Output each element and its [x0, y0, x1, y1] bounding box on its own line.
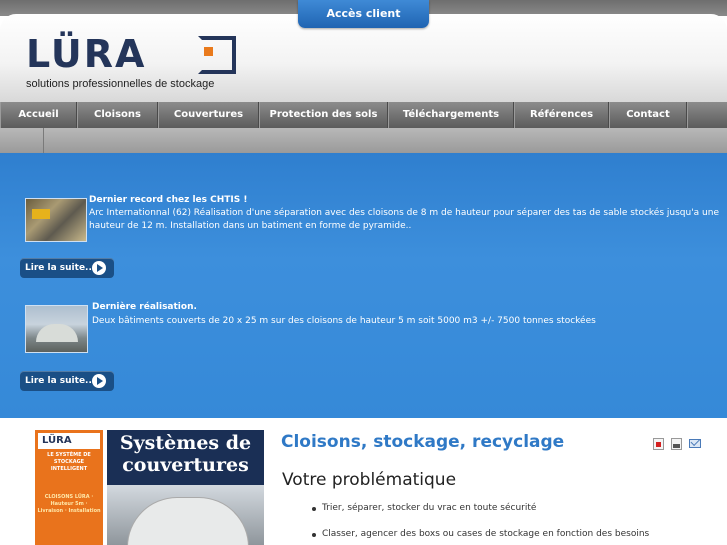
nav-item-cloisons[interactable]: Cloisons — [77, 102, 158, 128]
promo-banner[interactable]: LÜRA LE SYSTÈME DE STOCKAGE INTELLIGENT … — [35, 430, 264, 545]
page-title: Cloisons, stockage, recyclage — [281, 432, 565, 452]
promo-details: CLOISONS LÜRA · Hauteur 5m · Livraison ·… — [37, 494, 101, 514]
logo-wordmark: LÜRA — [26, 32, 147, 76]
news-title-2[interactable]: Dernière réalisation. — [92, 302, 197, 312]
news-body-2: Deux bâtiments couverts de 20 x 25 m sur… — [92, 316, 596, 326]
play-arrow-icon — [92, 261, 106, 275]
read-more-button-2[interactable]: Lire la suite... — [20, 371, 114, 391]
promo-photo — [107, 485, 264, 545]
nav-item-references[interactable]: Références — [514, 102, 609, 128]
read-more-button-1[interactable]: Lire la suite... — [20, 258, 114, 278]
list-item: Trier, séparer, stocker du vrac en toute… — [311, 503, 537, 513]
news-body-1: Arc Internationnal (62) Réalisation d'un… — [89, 208, 719, 231]
site-logo[interactable]: LÜRA solutions professionnelles de stock… — [26, 34, 241, 96]
mail-icon[interactable] — [689, 439, 701, 448]
nav-filler — [687, 102, 727, 128]
logo-tagline: solutions professionnelles de stockage — [26, 78, 215, 90]
news-title-1[interactable]: Dernier record chez les CHTIS ! — [89, 195, 248, 205]
logo-square-icon — [198, 36, 236, 74]
pdf-icon[interactable] — [653, 438, 664, 450]
print-icon[interactable] — [671, 438, 682, 450]
section-title: Votre problématique — [282, 470, 457, 490]
main-nav: Accueil Cloisons Couvertures Protection … — [0, 102, 727, 128]
nav-item-protection-des-sols[interactable]: Protection des sols — [259, 102, 388, 128]
nav-item-contact[interactable]: Contact — [609, 102, 687, 128]
sub-nav-strip — [0, 128, 727, 153]
news-image-1[interactable] — [25, 198, 87, 242]
divider — [43, 128, 44, 153]
read-more-label: Lire la suite... — [25, 263, 96, 273]
list-item: Classer, agencer des boxs ou cases de st… — [311, 529, 650, 539]
news-image-2[interactable] — [25, 305, 88, 353]
play-arrow-icon — [92, 374, 106, 388]
read-more-label: Lire la suite... — [25, 376, 96, 386]
nav-item-couvertures[interactable]: Couvertures — [158, 102, 259, 128]
client-access-button[interactable]: Accès client — [298, 0, 429, 28]
promo-heading: Systèmes de couvertures — [119, 432, 252, 476]
promo-tagline: LE SYSTÈME DE STOCKAGE INTELLIGENT — [47, 452, 91, 472]
promo-logo: LÜRA — [38, 433, 100, 449]
nav-item-telechargements[interactable]: Téléchargements — [388, 102, 514, 128]
nav-item-accueil[interactable]: Accueil — [0, 102, 77, 128]
